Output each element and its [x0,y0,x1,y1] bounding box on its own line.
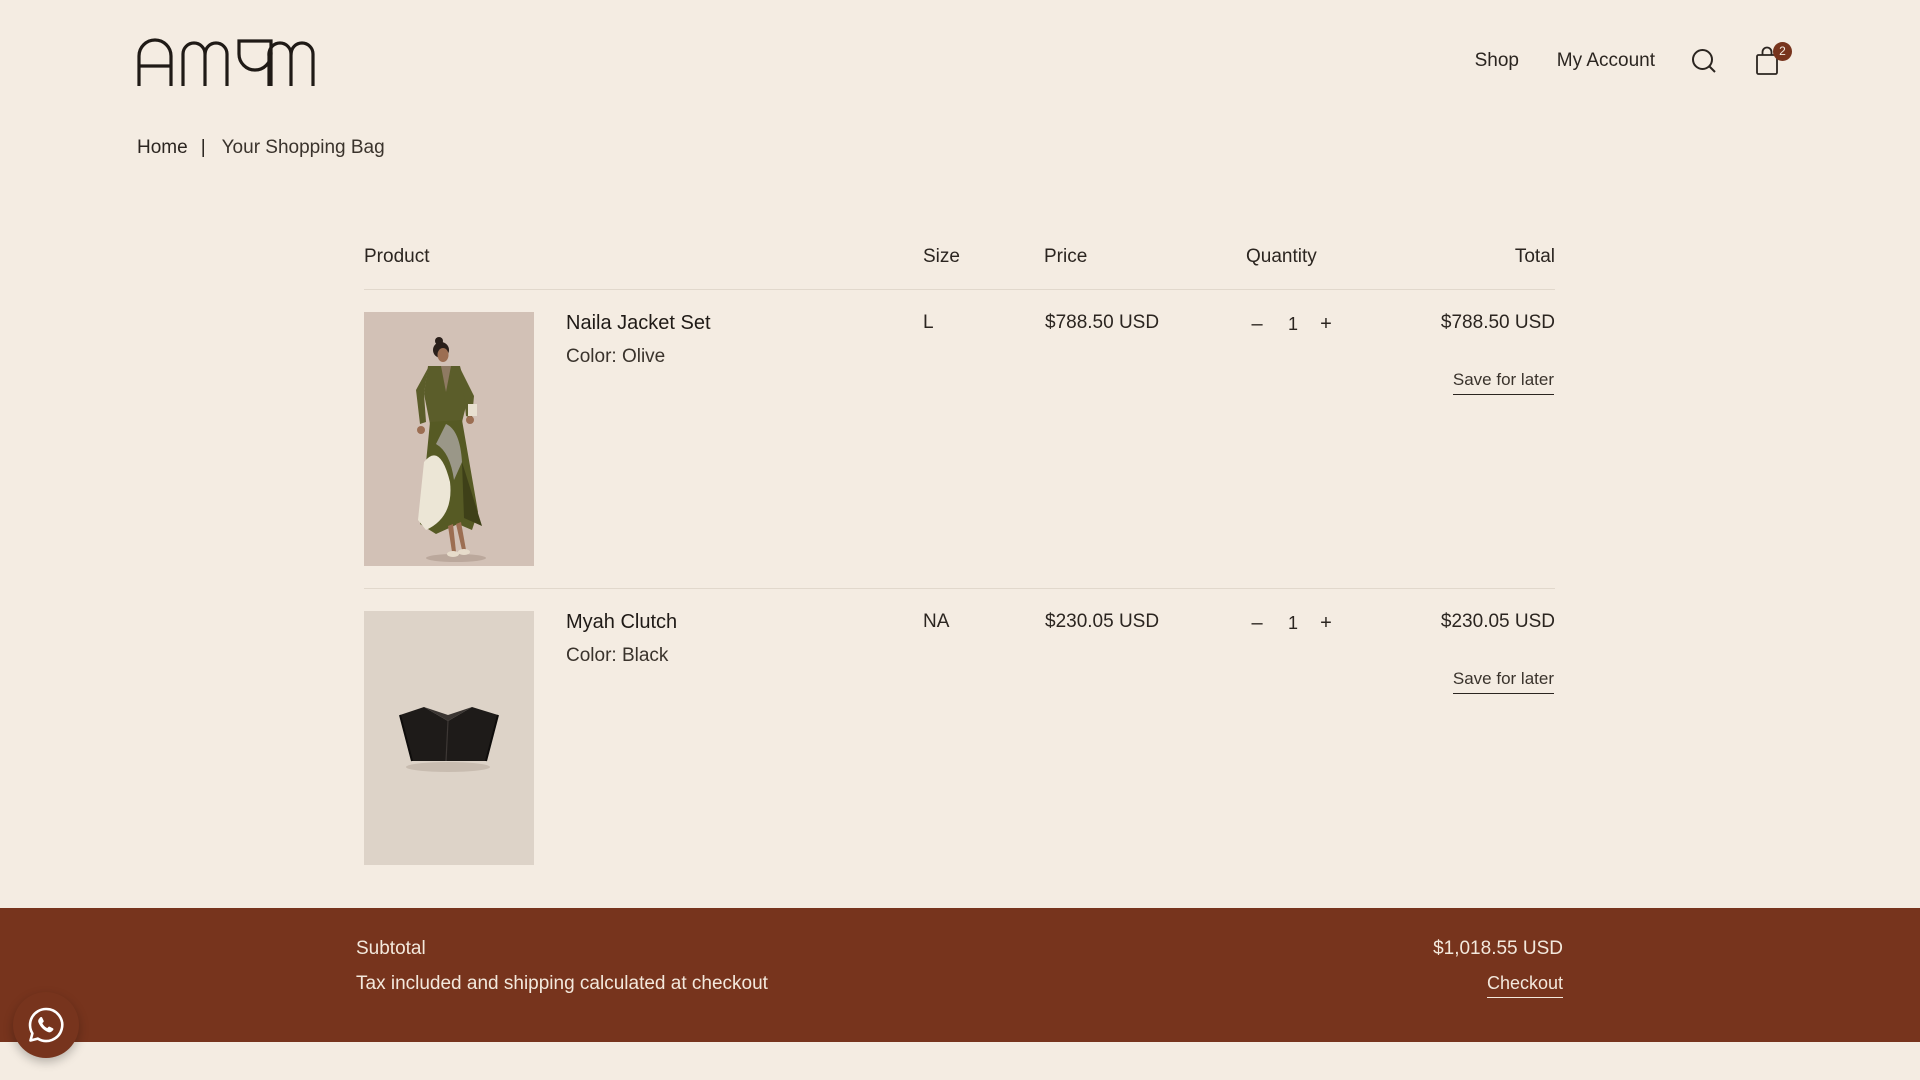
quantity-input[interactable] [1279,310,1307,338]
page: Shop My Account 2 Home | Your Shopping B… [0,0,1920,1080]
line-total: $230.05 USD [1440,611,1555,632]
product-color: Color: Olive [566,346,666,367]
cart-count-badge: 2 [1773,42,1792,61]
product-size: L [923,312,934,333]
header-product: Product [364,246,430,267]
main-nav: Shop My Account 2 [1320,42,1920,76]
cart-table-header: Product Size Price Quantity Total [364,240,1555,290]
breadcrumb: Home | Your Shopping Bag [137,137,385,159]
product-price: $230.05 USD [1045,611,1160,632]
header-quantity: Quantity [1246,246,1317,267]
cart-table: Product Size Price Quantity Total Naila … [364,240,1555,889]
quantity-increase-button[interactable]: + [1315,609,1337,637]
page-bottom-strip [0,1042,1920,1080]
breadcrumb-current: Your Shopping Bag [221,137,385,158]
quantity-decrease-button[interactable]: – [1246,310,1268,338]
product-size: NA [923,611,950,632]
header-price: Price [1044,246,1088,267]
quantity-stepper: – + [1246,310,1346,338]
cart-item-row: Myah Clutch Color: Black NA $230.05 USD … [364,589,1555,889]
whatsapp-icon [28,1007,64,1043]
save-for-later-link[interactable]: Save for later [1452,370,1554,395]
checkout-button[interactable]: Checkout [1486,973,1563,998]
product-image-myah-clutch[interactable] [364,611,534,865]
subtotal-label: Subtotal [356,938,426,959]
cart-summary-bar: Subtotal Tax included and shipping calcu… [0,908,1920,1042]
nav-account-link[interactable]: My Account [1557,50,1655,72]
quantity-increase-button[interactable]: + [1315,310,1337,338]
breadcrumb-separator: | [200,137,206,158]
subtotal-amount: $1,018.55 USD [1433,938,1563,959]
header-size: Size [923,246,960,267]
save-for-later-link[interactable]: Save for later [1452,669,1554,694]
product-color: Color: Black [566,645,669,666]
search-icon[interactable] [1690,46,1718,76]
product-name[interactable]: Myah Clutch [566,611,677,634]
whatsapp-chat-button[interactable] [13,992,79,1058]
tax-shipping-note: Tax included and shipping calculated at … [356,973,768,994]
quantity-decrease-button[interactable]: – [1246,609,1268,637]
breadcrumb-home-link[interactable]: Home [137,137,188,159]
header-total: Total [1514,246,1555,267]
product-image-naila-jacket-set[interactable] [364,312,534,566]
brand-logo[interactable] [137,38,315,86]
product-name[interactable]: Naila Jacket Set [566,312,711,335]
cart-button[interactable]: 2 [1754,42,1792,76]
line-total: $788.50 USD [1440,312,1555,333]
quantity-input[interactable] [1279,609,1307,637]
product-price: $788.50 USD [1045,312,1160,333]
cart-item-row: Naila Jacket Set Color: Olive L $788.50 … [364,290,1555,589]
quantity-stepper: – + [1246,609,1346,637]
nav-shop-link[interactable]: Shop [1475,50,1519,72]
